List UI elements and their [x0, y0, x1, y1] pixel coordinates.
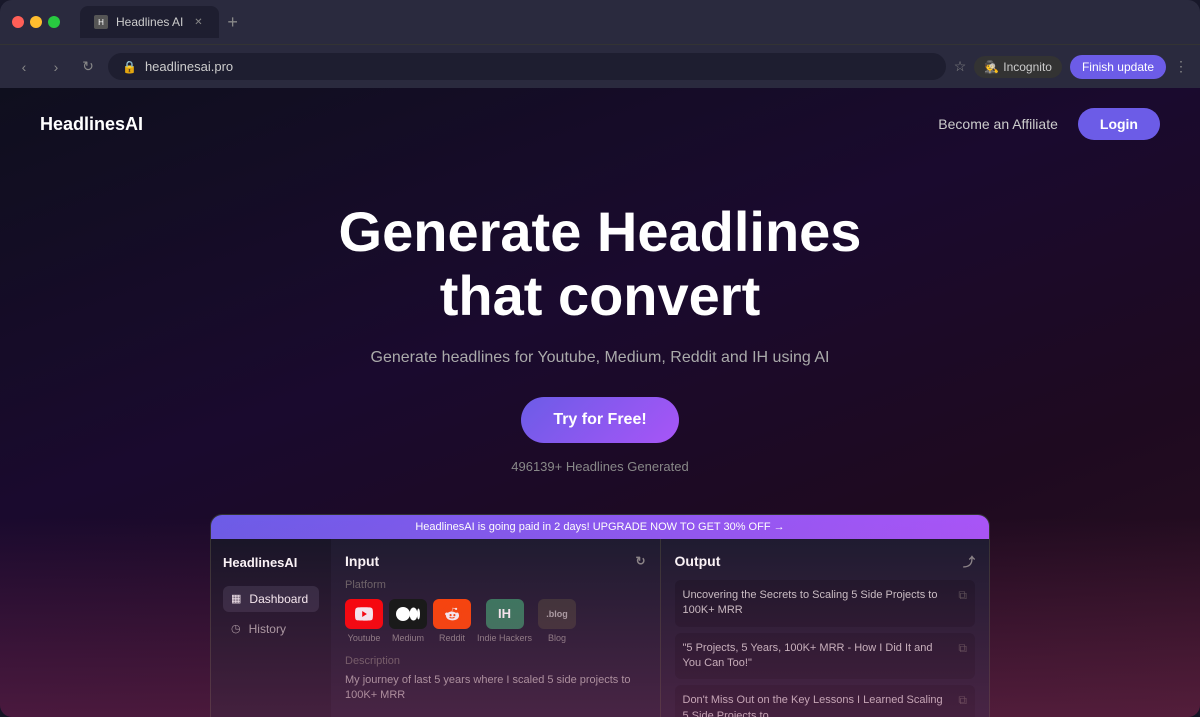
- youtube-label: Youtube: [348, 633, 381, 643]
- forward-button[interactable]: ›: [44, 55, 68, 79]
- tab-title: Headlines AI: [116, 15, 183, 29]
- blog-label: Blog: [548, 633, 566, 643]
- indiehackers-icon: IH: [486, 599, 524, 629]
- hero-section: Generate Headlines that convert Generate…: [0, 160, 1200, 494]
- sidebar-item-dashboard[interactable]: ▦ Dashboard: [223, 586, 319, 612]
- app-banner: HeadlinesAI is going paid in 2 days! UPG…: [211, 515, 989, 539]
- output-panel: Output ⤴ Uncovering the Secrets to Scali…: [661, 539, 990, 717]
- address-bar: ‹ › ↻ 🔒 headlinesai.pro ☆ 🕵 Incognito Fi…: [0, 44, 1200, 88]
- login-button[interactable]: Login: [1078, 108, 1160, 140]
- url-bar[interactable]: 🔒 headlinesai.pro: [108, 53, 946, 80]
- hero-subtitle: Generate headlines for Youtube, Medium, …: [20, 349, 1180, 367]
- output-text-1: Uncovering the Secrets to Scaling 5 Side…: [683, 588, 951, 619]
- refresh-button[interactable]: ↻: [76, 55, 100, 79]
- hero-title-line2: that convert: [440, 264, 761, 327]
- app-window: HeadlinesAI is going paid in 2 days! UPG…: [210, 514, 990, 717]
- copy-icon-1[interactable]: ⧉: [958, 588, 967, 603]
- share-icon[interactable]: ⤴: [963, 553, 975, 570]
- incognito-button[interactable]: 🕵 Incognito: [974, 56, 1062, 78]
- output-panel-title: Output ⤴: [675, 553, 976, 570]
- sidebar-item-history[interactable]: ◷ History: [223, 616, 319, 642]
- cta-button[interactable]: Try for Free!: [521, 397, 678, 443]
- tab-close-button[interactable]: ✕: [191, 15, 205, 29]
- more-options-button[interactable]: ⋮: [1174, 58, 1188, 75]
- app-preview: HeadlinesAI is going paid in 2 days! UPG…: [0, 514, 1200, 717]
- output-item-1: Uncovering the Secrets to Scaling 5 Side…: [675, 580, 976, 627]
- description-text: My journey of last 5 years where I scale…: [345, 673, 646, 704]
- blog-icon: .blog: [538, 599, 576, 629]
- site-nav: HeadlinesAI Become an Affiliate Login: [0, 88, 1200, 160]
- nav-right: Become an Affiliate Login: [938, 108, 1160, 140]
- platform-blog[interactable]: .blog Blog: [538, 599, 576, 643]
- platform-medium[interactable]: Medium: [389, 599, 427, 643]
- app-main: Input ↻ Platform Youtube: [331, 539, 989, 717]
- copy-icon-2[interactable]: ⧉: [958, 641, 967, 656]
- incognito-icon: 🕵: [984, 60, 999, 74]
- traffic-lights: [12, 16, 60, 28]
- refresh-icon[interactable]: ↻: [635, 554, 645, 568]
- app-sidebar: HeadlinesAI ▦ Dashboard ◷ History: [211, 539, 331, 717]
- sidebar-item-label-dashboard: Dashboard: [249, 592, 308, 606]
- platform-youtube[interactable]: Youtube: [345, 599, 383, 643]
- sidebar-item-label-history: History: [249, 622, 286, 636]
- output-item-2: "5 Projects, 5 Years, 100K+ MRR - How I …: [675, 633, 976, 680]
- headlines-count: 496139+ Headlines Generated: [20, 459, 1180, 474]
- bookmark-button[interactable]: ☆: [954, 58, 967, 75]
- output-title-text: Output: [675, 553, 721, 569]
- site-logo: HeadlinesAI: [40, 114, 143, 135]
- lock-icon: 🔒: [122, 60, 137, 74]
- close-button[interactable]: [12, 16, 24, 28]
- indiehackers-label: Indie Hackers: [477, 633, 532, 643]
- input-title-text: Input: [345, 553, 379, 569]
- affiliate-link[interactable]: Become an Affiliate: [938, 116, 1058, 132]
- titlebar: H Headlines AI ✕ +: [0, 0, 1200, 44]
- description-label: Description: [345, 655, 646, 667]
- medium-label: Medium: [392, 633, 424, 643]
- page-content: HeadlinesAI Become an Affiliate Login Ge…: [0, 88, 1200, 717]
- tab-bar: H Headlines AI ✕ +: [80, 6, 980, 38]
- platform-reddit[interactable]: Reddit: [433, 599, 471, 643]
- history-icon: ◷: [231, 622, 241, 635]
- app-body: HeadlinesAI ▦ Dashboard ◷ History: [211, 539, 989, 717]
- address-bar-right: ☆ 🕵 Incognito Finish update ⋮: [954, 55, 1188, 79]
- youtube-icon: [345, 599, 383, 629]
- platform-grid: Youtube Medium: [345, 599, 646, 643]
- new-tab-button[interactable]: +: [221, 12, 244, 33]
- back-button[interactable]: ‹: [12, 55, 36, 79]
- sidebar-logo: HeadlinesAI: [223, 555, 319, 570]
- browser-window: H Headlines AI ✕ + ‹ › ↻ 🔒 headlinesai.p…: [0, 0, 1200, 717]
- reddit-icon: [433, 599, 471, 629]
- dashboard-icon: ▦: [231, 592, 241, 605]
- maximize-button[interactable]: [48, 16, 60, 28]
- platform-indiehackers[interactable]: IH Indie Hackers: [477, 599, 532, 643]
- output-text-2: "5 Projects, 5 Years, 100K+ MRR - How I …: [683, 641, 951, 672]
- browser-tab[interactable]: H Headlines AI ✕: [80, 6, 219, 38]
- tab-favicon: H: [94, 15, 108, 29]
- hero-title: Generate Headlines that convert: [20, 200, 1180, 329]
- input-panel: Input ↻ Platform Youtube: [331, 539, 661, 717]
- input-panel-title: Input ↻: [345, 553, 646, 569]
- copy-icon-3[interactable]: ⧉: [958, 693, 967, 708]
- url-text: headlinesai.pro: [145, 59, 233, 74]
- incognito-label: Incognito: [1003, 60, 1052, 74]
- finish-update-button[interactable]: Finish update: [1070, 55, 1166, 79]
- output-item-3: Don't Miss Out on the Key Lessons I Lear…: [675, 685, 976, 717]
- medium-icon: [389, 599, 427, 629]
- platform-label: Platform: [345, 579, 646, 591]
- hero-title-line1: Generate Headlines: [339, 200, 862, 263]
- minimize-button[interactable]: [30, 16, 42, 28]
- reddit-label: Reddit: [439, 633, 465, 643]
- output-text-3: Don't Miss Out on the Key Lessons I Lear…: [683, 693, 951, 717]
